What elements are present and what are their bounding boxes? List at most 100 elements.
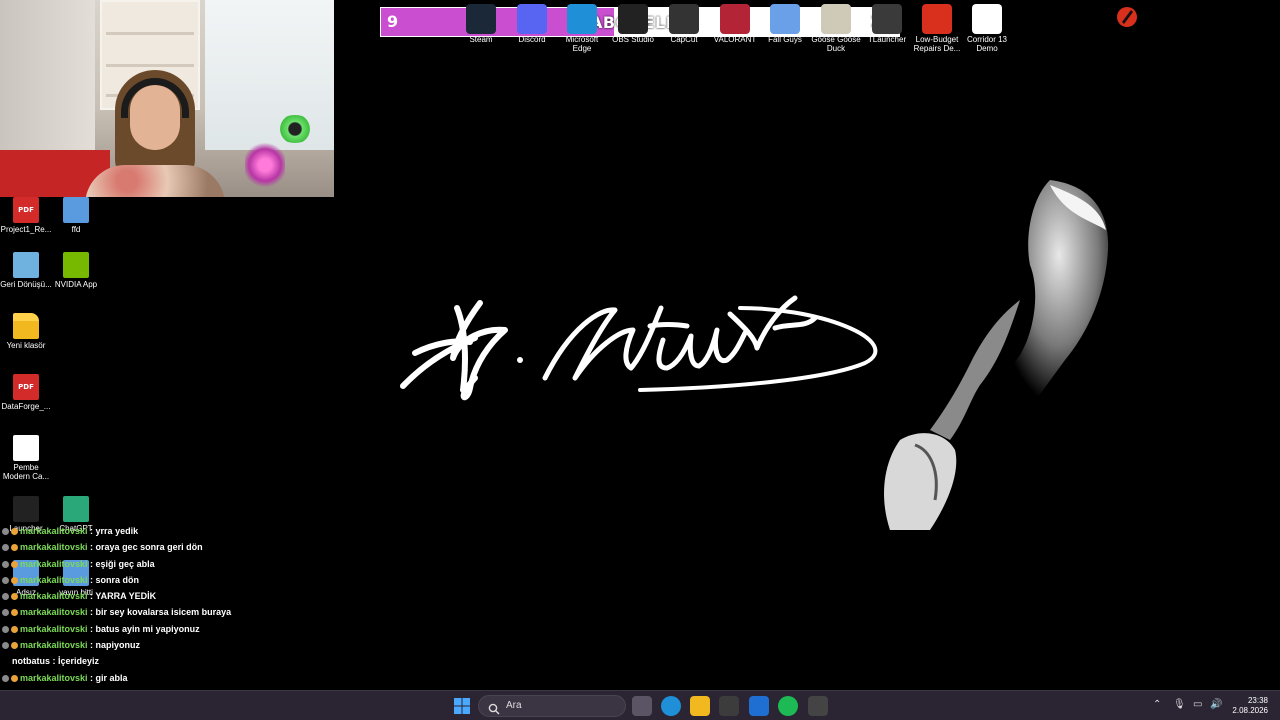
pdf-icon: PDF xyxy=(13,197,39,223)
low-budget-repairs-icon xyxy=(922,4,952,34)
chat-badge-icon xyxy=(11,609,18,617)
desktop-icon-low-budget-repairs[interactable]: Low-Budget Repairs De... xyxy=(912,4,962,53)
mail-icon[interactable] xyxy=(749,696,769,716)
desktop-shortcut[interactable]: Pembe Modern Ca... xyxy=(0,435,52,481)
desktop-icon-label: Fall Guys xyxy=(768,35,802,44)
chat-text: batus ayin mi yapiyonuz xyxy=(95,623,200,634)
chat-text: napiyonuz xyxy=(95,640,141,651)
chat-username: markakalitovski xyxy=(20,591,88,602)
desktop-icon-label: Project1_Re... xyxy=(0,225,52,234)
fall-guys-icon xyxy=(770,4,800,34)
video-file-icon xyxy=(13,435,39,461)
taskbar-search[interactable]: Ara xyxy=(478,695,626,717)
desktop-icon-label: VALORANT xyxy=(713,35,757,44)
desktop-shortcut[interactable]: NVIDIA App xyxy=(50,252,102,289)
obs-taskbar-icon[interactable] xyxy=(808,696,828,716)
search-placeholder: Ara xyxy=(506,700,522,711)
desktop-icon-label: DataForge_... xyxy=(1,402,51,411)
desktop-icon-label: Pembe Modern Ca... xyxy=(2,463,50,481)
chat-username: markakalitovski xyxy=(20,558,88,569)
store-icon[interactable] xyxy=(719,696,739,716)
spotify-icon[interactable] xyxy=(778,696,798,716)
desktop-icon-label: NVIDIA App xyxy=(54,280,98,289)
taskbar-clock[interactable]: 23:38 2.08.2026 xyxy=(1232,696,1268,716)
desktop-icon-capcut[interactable]: CapCut xyxy=(659,4,709,44)
desktop-icon-label: Goose Goose Duck xyxy=(811,35,861,53)
desktop-icon-label: Geri Dönüşü... xyxy=(0,280,52,289)
desktop-icon-steam[interactable]: Steam xyxy=(456,4,506,44)
chat-separator: : xyxy=(50,656,58,667)
chat-badge-icon xyxy=(11,544,18,552)
desktop-shortcut[interactable]: PDF Project1_Re... xyxy=(0,197,52,234)
chat-username: markakalitovski xyxy=(20,542,88,553)
tray-chevron-icon[interactable]: ⌃ xyxy=(1153,699,1161,710)
ataturk-signature xyxy=(395,268,885,412)
corner-logo-icon[interactable] xyxy=(1116,6,1138,28)
desktop-shortcut[interactable]: ffd xyxy=(50,197,102,234)
chat-username: markakalitovski xyxy=(20,607,88,618)
desktop-icon-label: Steam xyxy=(469,35,493,44)
chat-username: markakalitovski xyxy=(20,574,88,585)
chat-badge-icon xyxy=(11,625,18,633)
webcam-person xyxy=(85,70,225,197)
discord-icon xyxy=(517,4,547,34)
chat-text: İçerideyiz xyxy=(58,656,100,667)
desktop-icon-label: Yeni klasör xyxy=(6,341,46,350)
chat-text: eşiği geç abla xyxy=(95,558,155,569)
chat-badge-icon xyxy=(2,528,9,535)
epic-games-icon xyxy=(13,496,39,522)
chat-message: notbatus : İçerideyiz xyxy=(2,653,332,669)
chat-message: markakalitovski : napiyonuz xyxy=(2,637,332,653)
windows-start-icon[interactable] xyxy=(454,698,470,714)
desktop-icon-discord[interactable]: Discord xyxy=(507,4,557,44)
chatgpt-icon xyxy=(63,496,89,522)
chat-separator: : xyxy=(87,558,96,569)
chat-text: oraya gec sonra geri dön xyxy=(95,542,203,553)
clock-date: 2.08.2026 xyxy=(1232,706,1268,715)
desktop-icon-corridor-13[interactable]: Corridor 13 Demo xyxy=(962,4,1012,53)
chat-text: sonra dön xyxy=(95,574,140,585)
desktop-shortcut[interactable]: Geri Dönüşü... xyxy=(0,252,52,289)
desktop-icon-label: Corridor 13 Demo xyxy=(966,35,1007,53)
desktop-icon-label: CapCut xyxy=(670,35,698,44)
chat-text: yrra yedik xyxy=(95,526,139,536)
desktop-icon-label: Microsoft Edge xyxy=(565,35,599,53)
clock-time: 23:38 xyxy=(1247,696,1268,705)
network-icon[interactable]: ▭ xyxy=(1193,699,1202,710)
volume-icon[interactable]: 🔊 xyxy=(1210,699,1222,710)
chat-badge-icon xyxy=(2,674,9,682)
desktop-icon-valorant[interactable]: VALORANT xyxy=(710,4,760,44)
chat-separator: : xyxy=(87,607,96,618)
edge-icon xyxy=(567,4,597,34)
ataturk-portrait xyxy=(860,170,1130,544)
chat-username: markakalitovski xyxy=(20,526,88,536)
search-icon xyxy=(488,700,500,719)
chat-badge-icon xyxy=(2,560,9,568)
chat-separator: : xyxy=(87,542,96,553)
pdf-icon: PDF xyxy=(13,374,39,400)
chat-message: markakalitovski : eşiği geç abla xyxy=(2,556,332,572)
chat-text: gir abla xyxy=(95,672,128,683)
chat-message: markakalitovski : batus ayin mi yapiyonu… xyxy=(2,621,332,637)
chat-separator: : xyxy=(87,623,96,634)
chat-username: markakalitovski xyxy=(20,672,88,683)
file-explorer-icon[interactable] xyxy=(690,696,710,716)
task-view-icon[interactable] xyxy=(632,696,652,716)
chat-badge-icon xyxy=(2,625,9,633)
chat-badge-icon xyxy=(2,609,9,617)
desktop-icon-edge[interactable]: Microsoft Edge xyxy=(557,4,607,53)
desktop-icon-label: OBS Studio xyxy=(612,35,654,44)
desktop-icon-fall-guys[interactable]: Fall Guys xyxy=(760,4,810,44)
desktop-icon-obs[interactable]: OBS Studio xyxy=(608,4,658,44)
chat-badge-icon xyxy=(11,593,18,601)
desktop-shortcut[interactable]: PDF DataForge_... xyxy=(0,374,52,411)
edge-icon[interactable] xyxy=(661,696,681,716)
desktop-shortcut[interactable]: Yeni klasör xyxy=(0,313,52,350)
desktop-icon-label: ffd xyxy=(71,225,81,234)
folder-icon xyxy=(13,313,39,339)
chat-message: markakalitovski : gir abla xyxy=(2,670,332,686)
microphone-icon[interactable]: 🎙 xyxy=(1173,699,1186,710)
desktop-icon-goose-goose-duck[interactable]: Goose Goose Duck xyxy=(811,4,861,53)
desktop-icon-tlauncher[interactable]: TLauncher xyxy=(862,4,912,44)
steam-icon xyxy=(466,4,496,34)
